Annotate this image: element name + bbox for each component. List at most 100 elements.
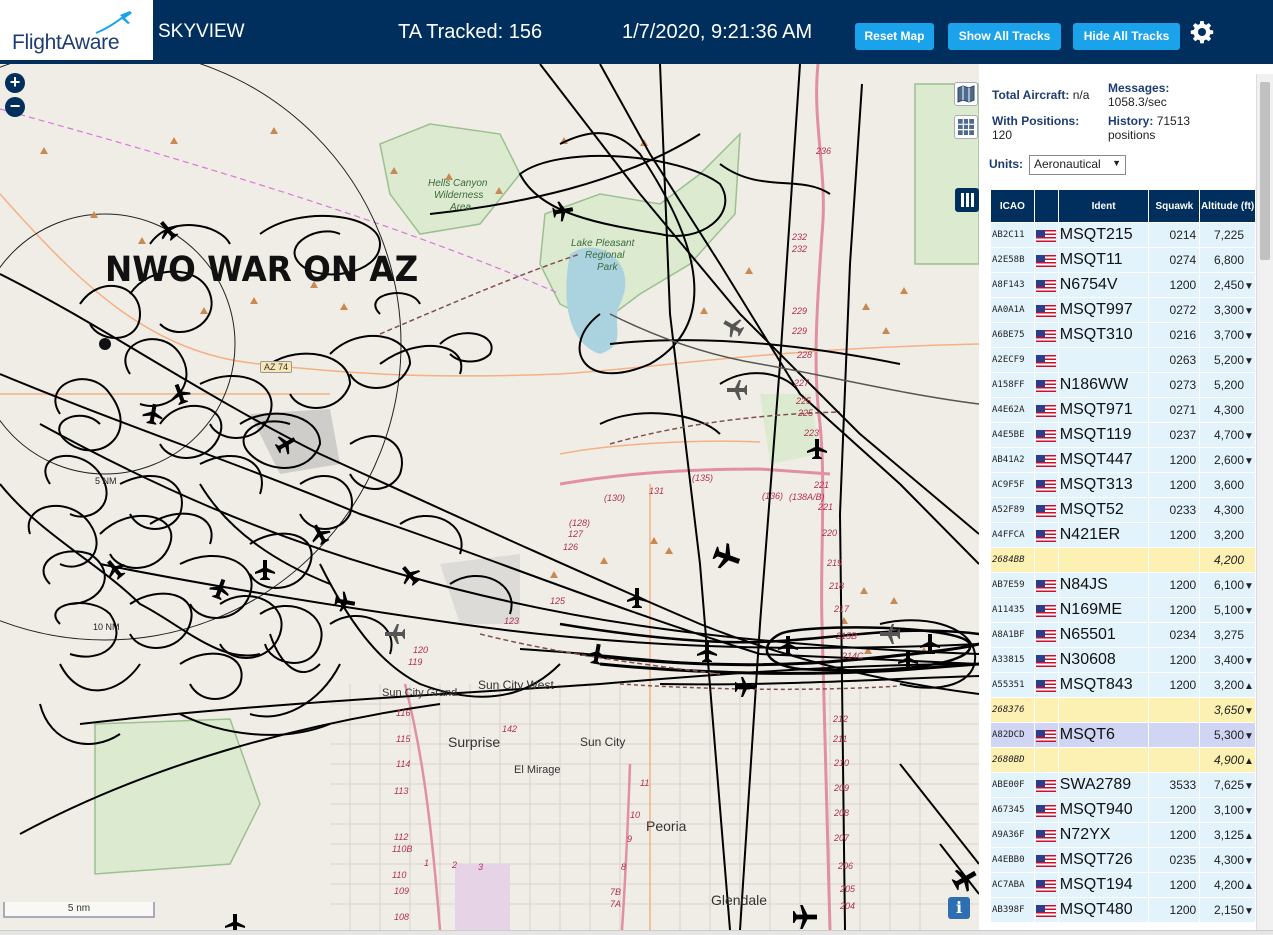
flag-cell — [1034, 473, 1058, 497]
info-icon[interactable]: i — [948, 897, 970, 919]
table-row[interactable]: AA0A1A MSQT997 0272 3,300▼ — [991, 298, 1255, 322]
units-select[interactable]: Aeronautical ▼ — [1029, 155, 1126, 175]
table-row[interactable]: AC9F5F MSQT313 1200 3,600 — [991, 473, 1255, 497]
map-layers-icon — [957, 85, 975, 103]
table-row[interactable]: 268376 3,650▼ — [991, 698, 1255, 722]
altitude-trend-icon: ▼ — [1244, 781, 1254, 792]
aircraft-squawk: 1200 — [1149, 523, 1200, 547]
table-row[interactable]: AB41A2 MSQT447 1200 2,600▼ — [991, 448, 1255, 472]
table-row[interactable]: A67345 MSQT940 1200 3,100▼ — [991, 798, 1255, 822]
table-row[interactable]: A4E62A MSQT971 0271 4,300 — [991, 398, 1255, 422]
map-banner-text: NWO WAR ON AZ — [105, 250, 419, 290]
interchange-label: 229 — [792, 326, 808, 336]
table-row[interactable]: A8A1BF N65501 0234 3,275 — [991, 623, 1255, 647]
column-header-squawk[interactable]: Squawk — [1149, 190, 1200, 222]
aircraft-icao: 2680BD — [991, 748, 1034, 772]
table-row[interactable]: A8F143 N6754V 1200 2,450▼ — [991, 273, 1255, 297]
hide-all-tracks-button[interactable]: Hide All Tracks — [1073, 23, 1180, 50]
interchange-label: (136) — [762, 491, 784, 501]
table-row[interactable]: A9A36F N72YX 1200 3,125▲ — [991, 823, 1255, 847]
aircraft-squawk: 1200 — [1149, 273, 1200, 297]
gear-icon[interactable] — [1190, 20, 1214, 44]
aircraft-icao: AB7E59 — [991, 573, 1034, 597]
aircraft-ident — [1058, 748, 1149, 772]
table-row[interactable]: A11435 N169ME 1200 5,100▼ — [991, 598, 1255, 622]
scrollbar-thumb[interactable] — [1260, 82, 1270, 260]
table-row[interactable]: A4E5BE MSQT119 0237 4,700▼ — [991, 423, 1255, 447]
table-row[interactable]: AB398F MSQT480 1200 2,150▼ — [991, 898, 1255, 922]
interchange-label: 212 — [833, 714, 849, 724]
us-flag-icon — [1036, 729, 1057, 742]
altitude-value: 4,200 — [1213, 878, 1244, 892]
altitude-value: 3,650 — [1213, 703, 1244, 717]
aircraft-icao: A82DCD — [991, 723, 1034, 747]
altitude-value: 2,150 — [1213, 903, 1244, 917]
sidebar-scrollbar[interactable] — [1256, 74, 1273, 930]
aircraft-squawk: 0272 — [1149, 298, 1200, 322]
us-flag-icon — [1036, 379, 1057, 392]
table-row[interactable]: A82DCD MSQT6 5,300▼ — [991, 723, 1255, 747]
interchange-label: 215B — [836, 631, 858, 641]
toggle-sidebar-button[interactable] — [955, 188, 979, 212]
park-label: Hells Canyon — [428, 178, 488, 189]
table-row[interactable]: 2684BB 4,200 — [991, 548, 1255, 572]
reset-map-button[interactable]: Reset Map — [855, 23, 934, 50]
aircraft-altitude: 2,150▼ — [1200, 898, 1255, 922]
table-row[interactable]: A33815 N30608 1200 3,400▼ — [991, 648, 1255, 672]
interchange-label: 123 — [504, 616, 520, 626]
aircraft-ident — [1058, 348, 1149, 372]
flag-cell — [1034, 223, 1058, 247]
table-row[interactable]: AB7E59 N84JS 1200 6,100▼ — [991, 573, 1255, 597]
flag-cell — [1034, 273, 1058, 297]
interchange-label: (135) — [692, 473, 714, 483]
table-row[interactable]: A4FFCA N421ER 1200 3,200 — [991, 523, 1255, 547]
flag-cell — [1034, 423, 1058, 447]
chevron-down-icon: ▼ — [1112, 158, 1121, 168]
flag-cell — [1034, 573, 1058, 597]
altitude-value: 4,300 — [1213, 503, 1244, 517]
table-row[interactable]: 2680BD 4,900▲ — [991, 748, 1255, 772]
aircraft-icao: A9A36F — [991, 823, 1034, 847]
altitude-trend-icon: ▲ — [1244, 756, 1254, 767]
table-row[interactable]: ABE00F SWA2789 3533 7,625▼ — [991, 773, 1255, 797]
aircraft-altitude: 5,200▼ — [1200, 348, 1255, 372]
table-row[interactable]: AC7ABA MSQT194 1200 4,200▲ — [991, 873, 1255, 897]
interchange-label: 115 — [396, 734, 411, 744]
units-select-value: Aeronautical — [1034, 157, 1101, 171]
column-header-ident[interactable]: Ident — [1058, 190, 1149, 222]
table-row[interactable]: A158FF N186WW 0273 5,200 — [991, 373, 1255, 397]
show-all-tracks-button[interactable]: Show All Tracks — [948, 23, 1061, 50]
map-view[interactable]: NWO WAR ON AZ Hells Canyon Wilderness Ar… — [0, 64, 979, 930]
aircraft-ident — [1058, 548, 1149, 572]
table-row[interactable]: A52F89 MSQT52 0233 4,300 — [991, 498, 1255, 522]
total-aircraft-label: Total Aircraft: — [992, 88, 1070, 102]
zoom-out-button[interactable]: − — [5, 97, 25, 117]
aircraft-squawk — [1149, 548, 1200, 572]
interchange-label: 227 — [794, 378, 810, 388]
column-header-icao[interactable]: ICAO — [991, 190, 1034, 222]
altitude-trend-icon: ▲ — [1244, 831, 1254, 842]
flightaware-logo[interactable]: FlightAware — [0, 0, 153, 62]
interchange-label: 116 — [396, 708, 411, 718]
table-row[interactable]: A4EBB0 MSQT726 0235 4,300▼ — [991, 848, 1255, 872]
table-row[interactable]: A2ECF9 0263 5,200▼ — [991, 348, 1255, 372]
table-row[interactable]: AB2C11 MSQT215 0214 7,225 — [991, 223, 1255, 247]
table-row[interactable]: A2E58B MSQT11 0274 6,800 — [991, 248, 1255, 272]
interchange-label: 204 — [840, 901, 856, 911]
aircraft-icao: AA0A1A — [991, 298, 1034, 322]
table-row[interactable]: A6BE75 MSQT310 0216 3,700▼ — [991, 323, 1255, 347]
map-layers-button[interactable] — [954, 82, 978, 106]
altitude-trend-icon: ▼ — [1244, 581, 1254, 592]
column-header-flag[interactable] — [1034, 190, 1058, 222]
aircraft-icao: A4E62A — [991, 398, 1034, 422]
map-basemap — [0, 64, 979, 930]
aircraft-icao: A2ECF9 — [991, 348, 1034, 372]
zoom-in-button[interactable]: + — [5, 73, 25, 93]
range-grid-button[interactable] — [954, 115, 978, 139]
altitude-value: 3,400 — [1213, 653, 1244, 667]
column-header-altitude[interactable]: Altitude (ft) — [1200, 190, 1255, 222]
aircraft-ident: N6754V — [1058, 273, 1149, 297]
aircraft-icao: AC9F5F — [991, 473, 1034, 497]
table-row[interactable]: A55351 MSQT843 1200 3,200▲ — [991, 673, 1255, 697]
aircraft-ident: MSQT971 — [1058, 398, 1149, 422]
